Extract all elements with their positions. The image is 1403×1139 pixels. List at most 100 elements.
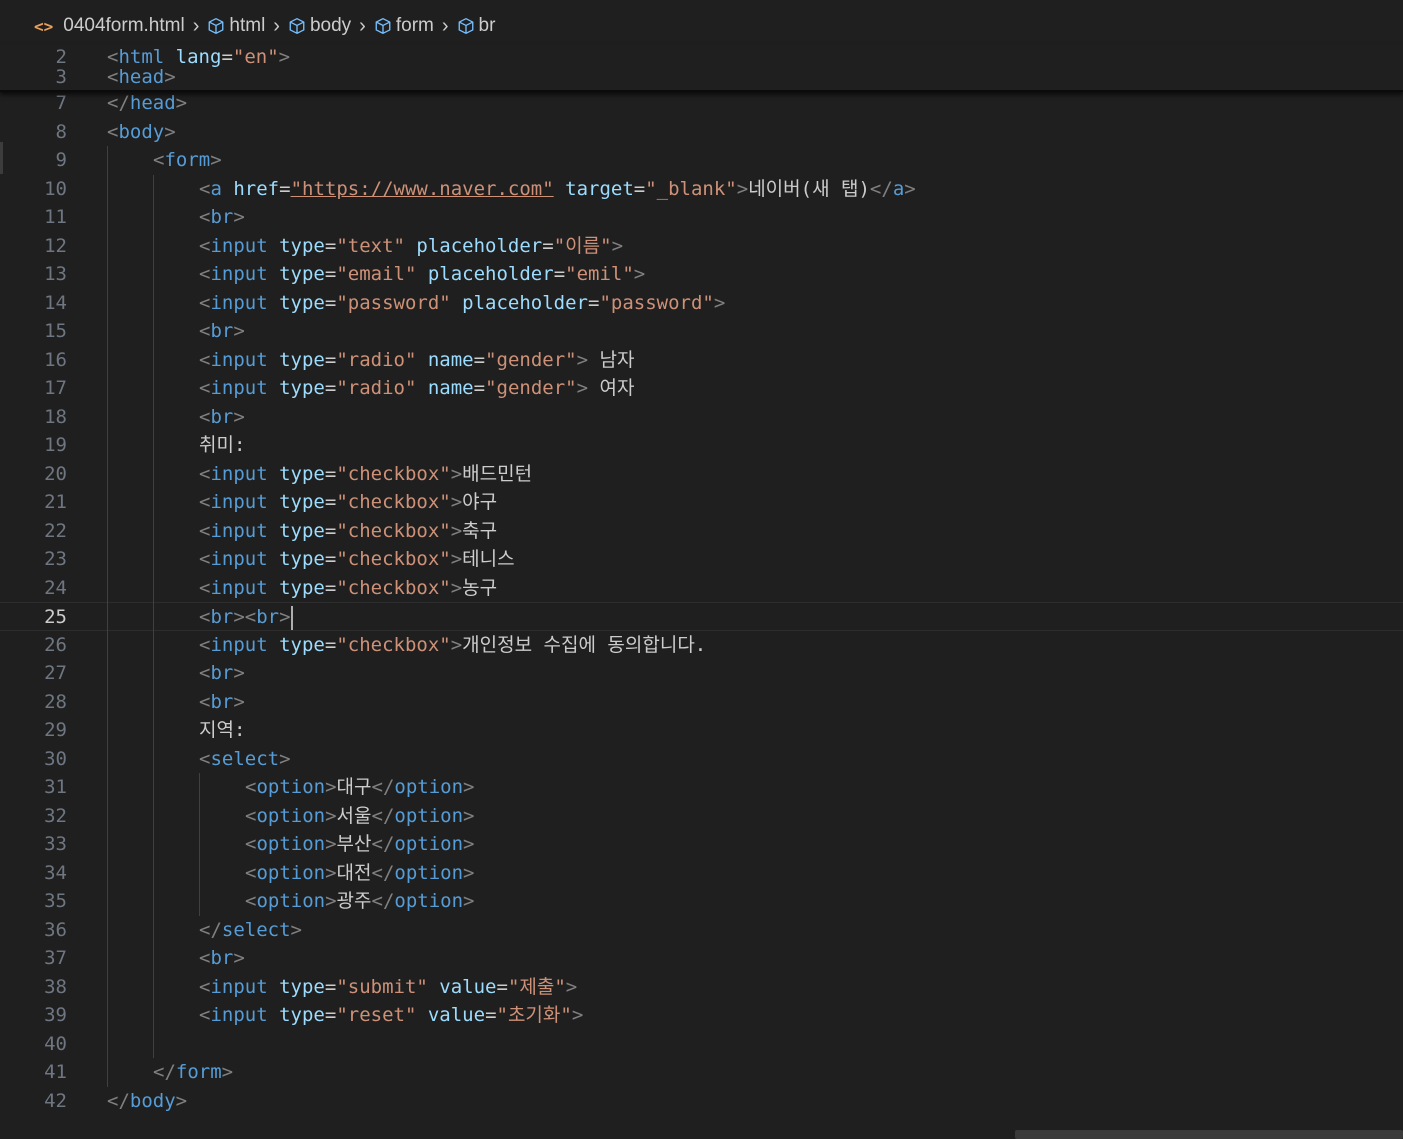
- code-token: >: [450, 548, 463, 570]
- horizontal-scrollbar[interactable]: [1015, 1130, 1403, 1139]
- code-row[interactable]: 37 <br>: [0, 944, 1403, 973]
- code-token: >: [233, 206, 245, 228]
- code-row[interactable]: 21 <input type="checkbox">야구: [0, 488, 1403, 517]
- code-row[interactable]: 38 <input type="submit" value="제출">: [0, 973, 1403, 1002]
- code-token: >: [290, 918, 302, 941]
- code-row[interactable]: 42 </body>: [0, 1087, 1403, 1116]
- code-row[interactable]: 20 <input type="checkbox">배드민턴: [0, 460, 1403, 489]
- chevron-right-icon: ›: [441, 14, 449, 37]
- code-row[interactable]: 33 <option>부산</option>: [0, 830, 1403, 859]
- code-token: br: [210, 320, 234, 342]
- code-row[interactable]: 14 <input type="password" placeholder="pa…: [0, 289, 1403, 318]
- code-token: </: [107, 92, 130, 114]
- code-token: <: [199, 690, 211, 713]
- code-row[interactable]: 18 <br>: [0, 403, 1403, 432]
- code-row[interactable]: 22 <input type="checkbox">축구: [0, 517, 1403, 546]
- breadcrumb-item-body[interactable]: body: [288, 15, 351, 37]
- line-number: 32: [44, 804, 67, 827]
- line-number: 39: [44, 1004, 67, 1026]
- breadcrumb-item-html[interactable]: html: [207, 15, 265, 37]
- code-token: =: [324, 462, 337, 485]
- code-row[interactable]: 40: [0, 1030, 1403, 1059]
- code-token: <: [199, 947, 211, 969]
- code-token: input: [210, 377, 268, 399]
- code-line: <input type="radio" name="gender"> 남자: [199, 346, 634, 375]
- code-token: >: [463, 804, 475, 827]
- code-token: >: [450, 462, 463, 485]
- code-token: placeholder: [462, 291, 589, 314]
- code-row[interactable]: 23 <input type="checkbox">테니스: [0, 545, 1403, 574]
- code-token: 지역:: [199, 719, 246, 741]
- code-token: >: [713, 291, 726, 314]
- code-row[interactable]: 11 <br>: [0, 203, 1403, 232]
- code-row[interactable]: 31 <option>대구</option>: [0, 773, 1403, 802]
- code-row[interactable]: 9 <form>: [0, 146, 1403, 175]
- code-row[interactable]: 15 <br>: [0, 317, 1403, 346]
- code-row[interactable]: 26 <input type="checkbox">개인정보 수집에 동의합니다.: [0, 631, 1403, 660]
- code-token: type: [279, 576, 325, 599]
- code-editor[interactable]: 7 </head> 8 <body> 9 <form> 10 <a href="https:/…: [0, 89, 1403, 1119]
- breadcrumb-label: body: [309, 15, 352, 36]
- code-row[interactable]: 35 <option>광주</option>: [0, 887, 1403, 916]
- code-row[interactable]: 13 <input type="email" placeholder="emil"…: [0, 260, 1403, 289]
- code-row[interactable]: 17 <input type="radio" name="gender"> 여자: [0, 374, 1403, 403]
- code-token: =: [324, 548, 337, 570]
- breadcrumb-item-file[interactable]: 0404form.html: [63, 15, 184, 37]
- sticky-scroll-header[interactable]: 2 <html lang="en"> 3 <head>: [0, 44, 1403, 92]
- code-token: a: [210, 177, 222, 200]
- code-row[interactable]: 32 <option>서울</option>: [0, 802, 1403, 831]
- code-line: <input type="checkbox">테니스: [199, 545, 515, 574]
- code-row[interactable]: 29 지역:: [0, 716, 1403, 745]
- code-token: type: [279, 291, 325, 314]
- code-line: <br>: [199, 203, 245, 232]
- code-token: <: [245, 833, 257, 855]
- code-row[interactable]: 24 <input type="checkbox">농구: [0, 574, 1403, 603]
- code-row[interactable]: 28 <br>: [0, 688, 1403, 717]
- code-token: input: [210, 519, 268, 542]
- code-row[interactable]: 25 <br><br>: [0, 602, 1403, 631]
- line-number: 29: [44, 719, 67, 741]
- code-token: >: [325, 861, 337, 884]
- code-row[interactable]: 36 </select>: [0, 916, 1403, 945]
- code-token: =: [496, 975, 508, 998]
- code-row[interactable]: 30 <select>: [0, 745, 1403, 774]
- breadcrumb-item-br[interactable]: br: [457, 15, 496, 37]
- breadcrumb-label: br: [478, 15, 496, 36]
- code-row[interactable]: 10 <a href="https://www.naver.com" target…: [0, 175, 1403, 204]
- code-row[interactable]: 12 <input type="text" placeholder="이름">: [0, 232, 1403, 261]
- code-token: option: [256, 890, 326, 912]
- breadcrumb-item-form[interactable]: form: [374, 15, 434, 37]
- sticky-line[interactable]: 3 <head>: [0, 64, 1403, 90]
- code-line: <input type="text" placeholder="이름">: [199, 232, 623, 261]
- code-token: </: [371, 776, 395, 798]
- code-token: >: [210, 149, 222, 171]
- code-token: >: [164, 120, 176, 143]
- code-token: input: [210, 263, 268, 285]
- code-token: option: [394, 776, 464, 798]
- code-row[interactable]: 7 </head>: [0, 89, 1403, 118]
- code-token: >: [450, 576, 463, 599]
- code-row[interactable]: 39 <input type="reset" value="초기화">: [0, 1001, 1403, 1030]
- code-line: <option>대전</option>: [245, 859, 475, 888]
- code-token: >: [450, 519, 463, 542]
- code-token: option: [394, 861, 464, 884]
- code-token: </: [107, 1089, 130, 1112]
- code-row[interactable]: 41 </form>: [0, 1058, 1403, 1087]
- code-token: input: [210, 576, 268, 599]
- code-row[interactable]: 16 <input type="radio" name="gender"> 남자: [0, 346, 1403, 375]
- code-row[interactable]: 27 <br>: [0, 659, 1403, 688]
- code-token: target: [565, 177, 634, 200]
- code-line: <input type="password" placeholder="pass…: [199, 289, 725, 318]
- code-row[interactable]: 34 <option>대전</option>: [0, 859, 1403, 888]
- code-token: =: [324, 519, 337, 542]
- code-token: option: [256, 833, 326, 855]
- code-row[interactable]: 19 취미:: [0, 431, 1403, 460]
- code-row[interactable]: 8 <body>: [0, 118, 1403, 147]
- code-token: "password": [599, 291, 714, 314]
